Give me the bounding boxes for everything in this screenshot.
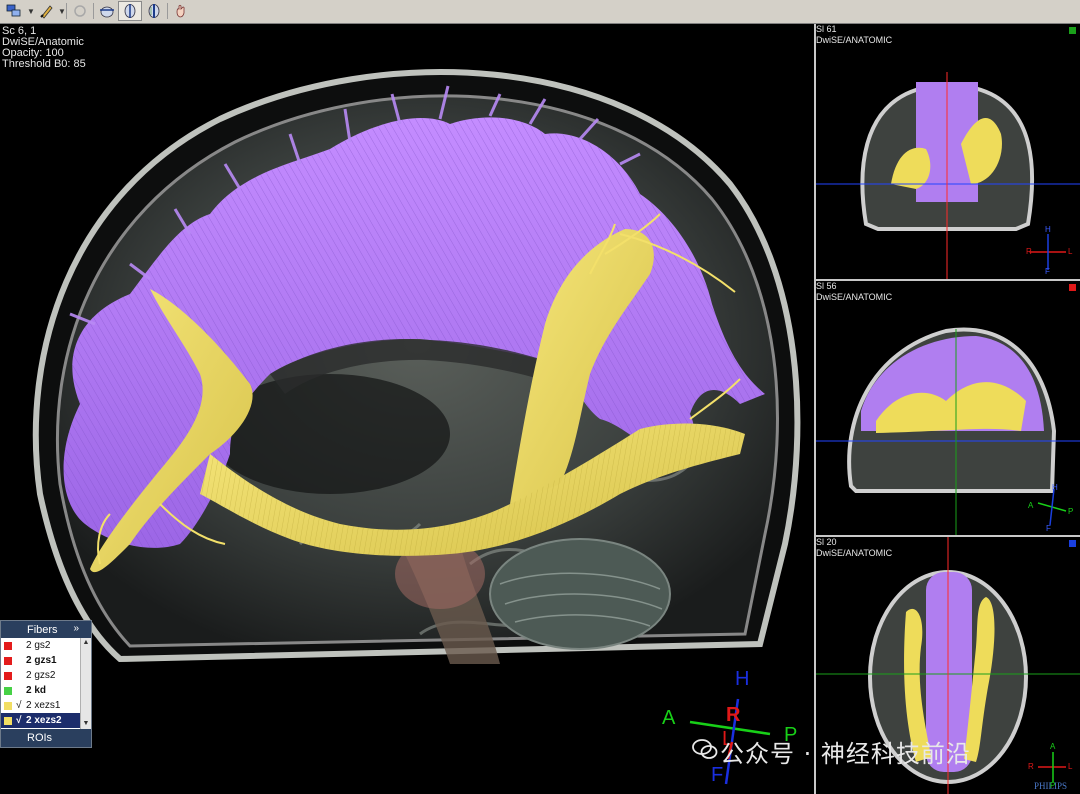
coronal-view-icon[interactable] — [142, 1, 166, 21]
sagittal-view-icon[interactable] — [118, 1, 142, 21]
orient-top: A — [1050, 742, 1056, 751]
fiber-list: 2 gs2 2 gzs1 2 gzs2 2 kd √ 2 xezs1 √ 2 x… — [1, 638, 91, 729]
toolbar-divider — [66, 3, 67, 19]
visibility-check-icon[interactable]: √ — [16, 700, 26, 711]
threshold-readout: Threshold B0: 85 — [2, 58, 86, 70]
toolbar: ▼ ▼ — [0, 0, 1080, 24]
fiber-color-swatch[interactable] — [4, 656, 12, 665]
fiber-label: 2 kd — [26, 685, 47, 696]
slice-plane-icon[interactable] — [95, 1, 119, 21]
slice-number: Sl 56 — [816, 281, 837, 291]
chevron-down-icon[interactable]: ▼ — [27, 7, 35, 16]
hand-pan-icon[interactable] — [169, 1, 193, 21]
slice-info: Sl 61 DwiSE/ANATOMIC — [816, 24, 892, 46]
slice-info: Sl 56 DwiSE/ANATOMIC — [816, 281, 892, 303]
slice-number: Sl 61 — [816, 24, 837, 34]
fiber-color-swatch[interactable] — [4, 686, 12, 695]
orient-top: H — [1052, 483, 1058, 492]
axis-label-anterior: A — [662, 707, 676, 729]
slice-series: DwiSE/ANATOMIC — [816, 548, 893, 558]
orient-left: R — [1026, 247, 1032, 256]
rois-tab[interactable]: ROIs — [1, 729, 91, 747]
fiber-list-scrollbar[interactable]: ▲ ▼ — [80, 638, 91, 729]
fiber-label: 2 xezs2 — [26, 715, 62, 726]
orient-top: H — [1045, 225, 1051, 234]
view-color-marker — [1069, 27, 1076, 34]
fiber-item-gzs1[interactable]: 2 gzs1 — [1, 653, 91, 668]
annotate-pen-icon[interactable] — [35, 1, 59, 21]
expand-panel-icon[interactable]: » — [73, 623, 79, 634]
orient-right: L — [1068, 247, 1073, 256]
watermark-text: 公众号 · 神经科技前沿 — [720, 740, 971, 768]
scroll-down-icon[interactable]: ▼ — [81, 719, 91, 729]
fiber-item-gs2[interactable]: 2 gs2 — [1, 638, 91, 653]
chat-bubble-icon — [692, 739, 718, 759]
orient-bottom: F — [1045, 267, 1050, 276]
visibility-check-icon[interactable]: √ — [16, 715, 26, 726]
layout-tool-icon[interactable] — [2, 1, 26, 21]
toolbar-divider — [167, 3, 168, 19]
fiber-color-swatch[interactable] — [4, 701, 12, 710]
chevron-down-icon[interactable]: ▼ — [58, 7, 66, 16]
fiber-item-gzs2[interactable]: 2 gzs2 — [1, 668, 91, 683]
coronal-slice-view[interactable]: Sl 61 DwiSE/ANATOMIC H R L F — [816, 24, 1080, 281]
toolbar-divider — [93, 3, 94, 19]
fiber-label: 2 gs2 — [26, 640, 51, 651]
fibers-panel-header[interactable]: Fibers » — [1, 621, 91, 638]
sagittal-slice-view[interactable]: Sl 56 DwiSE/ANATOMIC H A P F — [816, 281, 1080, 537]
orient-bottom: F — [1046, 524, 1051, 533]
slice-number: Sl 20 — [816, 537, 837, 547]
brand-logo: PHILIPS — [1034, 781, 1068, 791]
fiber-label: 2 xezs1 — [26, 700, 61, 711]
main-3d-view[interactable]: Sc 6, 1 DwiSE/Anatomic Opacity: 100 Thre… — [0, 24, 816, 794]
fiber-color-swatch[interactable] — [4, 671, 12, 680]
orient-right: P — [1068, 507, 1074, 516]
axis-label-head: H — [735, 668, 750, 690]
orient-left: R — [1028, 762, 1034, 771]
view-color-marker — [1069, 284, 1076, 291]
rotate-disabled-icon — [68, 1, 92, 21]
fiber-color-swatch[interactable] — [4, 641, 12, 650]
axis-label-right: R — [726, 704, 741, 726]
fiber-color-swatch[interactable] — [4, 716, 12, 725]
scan-info-overlay: Sc 6, 1 DwiSE/Anatomic Opacity: 100 Thre… — [2, 26, 86, 70]
sagittal-slice-image — [816, 327, 1080, 535]
view-color-marker — [1069, 540, 1076, 547]
orient-left: A — [1028, 501, 1034, 510]
fiber-item-xezs2[interactable]: √ 2 xezs2 — [1, 713, 91, 728]
fiber-item-xezs1[interactable]: √ 2 xezs1 — [1, 698, 91, 713]
slice-info: Sl 20 DwiSE/ANATOMIC — [816, 537, 892, 559]
fibers-panel: Fibers » 2 gs2 2 gzs1 2 gzs2 2 kd √ 2 xe… — [0, 620, 92, 748]
fiber-item-kd[interactable]: 2 kd — [1, 683, 91, 698]
slice-series: DwiSE/ANATOMIC — [816, 35, 893, 45]
slice-series: DwiSE/ANATOMIC — [816, 292, 893, 302]
fiber-label: 2 gzs1 — [26, 655, 57, 666]
orient-right: L — [1068, 762, 1073, 771]
fiber-label: 2 gzs2 — [26, 670, 56, 681]
coronal-slice-image — [816, 72, 1080, 279]
fibers-panel-title: Fibers — [27, 623, 58, 636]
scroll-up-icon[interactable]: ▲ — [81, 638, 91, 648]
